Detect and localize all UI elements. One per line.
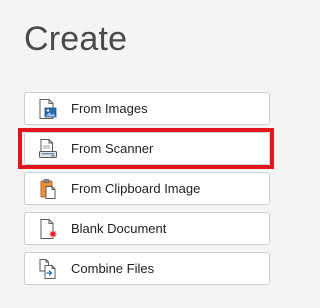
page-title: Create [24, 20, 128, 58]
combine-files-label: Combine Files [71, 261, 155, 276]
from-images-label: From Images [71, 101, 148, 116]
create-options-list: From Images From Scanner From Clipboard … [18, 92, 274, 292]
blank-document-label: Blank Document [71, 221, 167, 236]
blank-document-button[interactable]: Blank Document [24, 212, 270, 245]
blank-document-icon [38, 218, 58, 240]
from-scanner-button[interactable]: From Scanner [18, 128, 274, 169]
from-images-button[interactable]: From Images [24, 92, 270, 125]
clipboard-icon [38, 178, 58, 200]
from-clipboard-image-button[interactable]: From Clipboard Image [24, 172, 270, 205]
combine-files-button[interactable]: Combine Files [24, 252, 270, 285]
image-file-icon [38, 98, 58, 120]
combine-files-icon [38, 258, 58, 280]
from-scanner-label: From Scanner [71, 141, 154, 156]
scanner-icon [38, 138, 58, 160]
from-clipboard-image-label: From Clipboard Image [71, 181, 201, 196]
